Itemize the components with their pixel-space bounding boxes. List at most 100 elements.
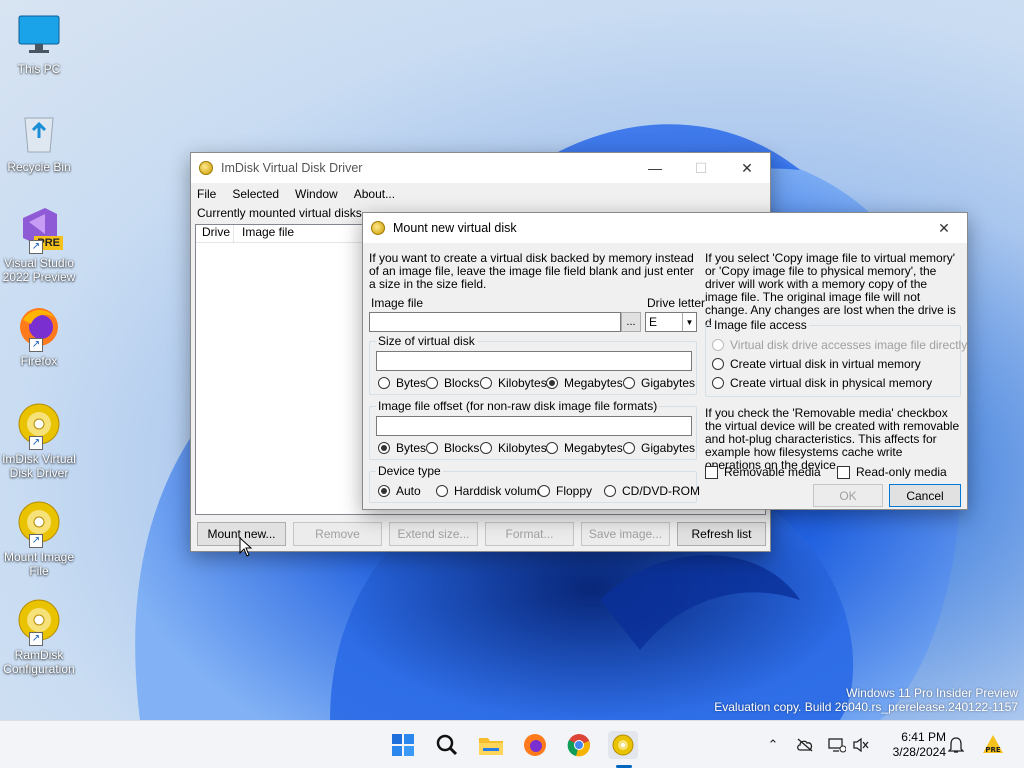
search-icon[interactable]: [433, 731, 461, 759]
desktop-icon-firefox[interactable]: ↗ Firefox: [0, 302, 78, 368]
clock-date: 3/28/2024: [892, 745, 946, 759]
volume-muted-icon[interactable]: [851, 735, 871, 755]
desktop-icon-ramdisk[interactable]: ↗ RamDisk Configuration: [0, 596, 78, 676]
radio-button-selected[interactable]: [378, 485, 390, 497]
removable-info-text: If you check the 'Removable media' check…: [705, 406, 960, 472]
cloud-offline-icon[interactable]: [795, 735, 815, 755]
size-unit-blocks[interactable]: Blocks: [426, 376, 479, 390]
firefox-icon[interactable]: [521, 731, 549, 759]
menu-window[interactable]: Window: [295, 187, 338, 201]
desktop-icon-mount-image[interactable]: ↗ Mount Image File: [0, 498, 78, 578]
menu-about[interactable]: About...: [354, 187, 395, 201]
offset-unit-blocks[interactable]: Blocks: [426, 441, 479, 455]
offset-unit-gigabytes[interactable]: Gigabytes: [623, 441, 695, 455]
size-unit-megabytes[interactable]: Megabytes: [546, 376, 623, 390]
menu-file[interactable]: File: [197, 187, 216, 201]
radio-label: Blocks: [444, 376, 480, 390]
desktop-icon-imdisk[interactable]: ↗ ImDisk Virtual Disk Driver: [0, 400, 78, 480]
radio-button-selected[interactable]: [546, 377, 558, 389]
desktop-icon-visual-studio[interactable]: PRE ↗ Visual Studio 2022 Preview: [0, 204, 78, 284]
size-unit-kilobytes[interactable]: Kilobytes: [480, 376, 547, 390]
radio-label: Megabytes: [564, 441, 623, 455]
desktop-icon-this-pc[interactable]: This PC: [0, 10, 78, 76]
radio-button[interactable]: [712, 358, 724, 370]
size-unit-gigabytes[interactable]: Gigabytes: [623, 376, 695, 390]
clock-time: 6:41 PM: [901, 730, 946, 744]
chrome-icon[interactable]: [565, 731, 593, 759]
imdisk-icon[interactable]: [608, 731, 638, 759]
main-titlebar[interactable]: ImDisk Virtual Disk Driver — ☐ ✕: [191, 153, 770, 183]
radio-button[interactable]: [480, 377, 492, 389]
image-file-input[interactable]: [369, 312, 621, 332]
main-window-title: ImDisk Virtual Disk Driver: [221, 161, 363, 175]
radio-label: Kilobytes: [498, 376, 547, 390]
radio-button-selected[interactable]: [378, 442, 390, 454]
extend-size-button[interactable]: Extend size...: [389, 522, 478, 546]
radio-button[interactable]: [623, 442, 635, 454]
maximize-icon[interactable]: ☐: [678, 153, 724, 183]
radio-button[interactable]: [426, 442, 438, 454]
radio-button[interactable]: [378, 377, 390, 389]
device-harddisk[interactable]: Harddisk volume: [436, 484, 543, 498]
column-drive[interactable]: Drive: [196, 225, 234, 242]
menu-selected[interactable]: Selected: [232, 187, 279, 201]
file-explorer-icon[interactable]: [477, 731, 505, 759]
chevron-up-icon[interactable]: ⌃: [763, 735, 783, 755]
access-direct[interactable]: Virtual disk drive accesses image file d…: [712, 338, 967, 352]
start-icon[interactable]: [389, 731, 417, 759]
radio-label: Create virtual disk in physical memory: [730, 376, 933, 390]
refresh-list-button[interactable]: Refresh list: [677, 522, 766, 546]
size-unit-bytes[interactable]: Bytes: [378, 376, 426, 390]
radio-button[interactable]: [546, 442, 558, 454]
insider-pre-icon[interactable]: PRE: [980, 735, 1006, 755]
save-image-button[interactable]: Save image...: [581, 522, 670, 546]
readonly-media-checkbox[interactable]: Read-only media: [837, 465, 947, 479]
checkbox[interactable]: [705, 465, 718, 479]
remove-button[interactable]: Remove: [293, 522, 382, 546]
radio-button[interactable]: [712, 339, 724, 351]
offset-unit-kilobytes[interactable]: Kilobytes: [480, 441, 547, 455]
network-icon[interactable]: [827, 735, 847, 755]
cancel-button[interactable]: Cancel: [889, 484, 961, 507]
device-auto[interactable]: Auto: [378, 484, 421, 498]
access-virtual-memory[interactable]: Create virtual disk in virtual memory: [712, 357, 921, 371]
shortcut-arrow-icon: ↗: [29, 338, 43, 352]
radio-label: Auto: [396, 484, 421, 498]
column-image-file[interactable]: Image file: [234, 225, 294, 242]
radio-label: CD/DVD-ROM: [622, 484, 700, 498]
radio-label: Megabytes: [564, 376, 623, 390]
browse-button[interactable]: ...: [621, 312, 641, 332]
desktop-icon-recycle-bin[interactable]: Recycle Bin: [0, 108, 78, 174]
radio-button[interactable]: [538, 485, 550, 497]
close-icon[interactable]: ✕: [921, 213, 967, 243]
radio-button[interactable]: [436, 485, 448, 497]
dialog-titlebar[interactable]: Mount new virtual disk ✕: [363, 213, 967, 243]
size-input[interactable]: [376, 351, 692, 371]
radio-button[interactable]: [623, 377, 635, 389]
format-button[interactable]: Format...: [485, 522, 574, 546]
ok-button[interactable]: OK: [813, 484, 883, 507]
watermark-line-1: Windows 11 Pro Insider Preview: [846, 686, 1018, 700]
access-physical-memory[interactable]: Create virtual disk in physical memory: [712, 376, 932, 390]
device-cdrom[interactable]: CD/DVD-ROM: [604, 484, 700, 498]
radio-button[interactable]: [712, 377, 724, 389]
clock[interactable]: 6:41 PM 3/28/2024: [880, 730, 946, 760]
offset-input[interactable]: [376, 416, 692, 436]
removable-media-checkbox[interactable]: Removable media: [705, 465, 821, 479]
drive-letter-select[interactable]: E ▼: [645, 312, 697, 332]
radio-button[interactable]: [480, 442, 492, 454]
desktop-icon-label: ImDisk Virtual Disk Driver: [2, 452, 76, 480]
minimize-icon[interactable]: —: [632, 153, 678, 183]
offset-unit-megabytes[interactable]: Megabytes: [546, 441, 623, 455]
checkbox[interactable]: [837, 465, 850, 479]
device-floppy[interactable]: Floppy: [538, 484, 592, 498]
disc-icon: ↗: [15, 498, 63, 548]
chevron-down-icon[interactable]: ▼: [682, 313, 696, 331]
offset-unit-bytes[interactable]: Bytes: [378, 441, 426, 455]
checkbox-label: Removable media: [724, 465, 821, 479]
radio-button[interactable]: [604, 485, 616, 497]
bell-icon[interactable]: [946, 735, 966, 755]
close-icon[interactable]: ✕: [724, 153, 770, 183]
radio-button[interactable]: [426, 377, 438, 389]
dialog-title: Mount new virtual disk: [393, 221, 517, 235]
